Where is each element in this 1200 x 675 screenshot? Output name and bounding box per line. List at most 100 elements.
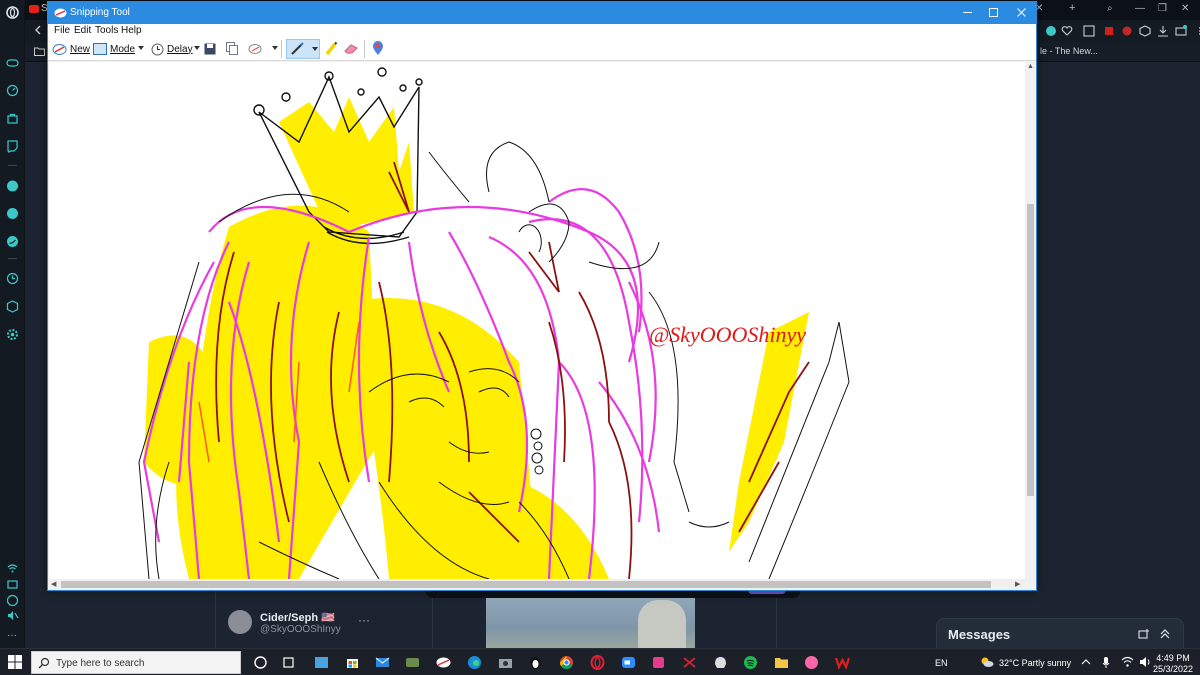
bag-icon[interactable] bbox=[6, 112, 19, 125]
shield-check-icon[interactable] bbox=[1045, 25, 1057, 37]
wallet-icon[interactable] bbox=[1175, 25, 1187, 37]
zoom-icon[interactable] bbox=[621, 655, 636, 670]
skull-app-icon[interactable] bbox=[682, 655, 697, 670]
download-icon[interactable] bbox=[1157, 25, 1169, 37]
microphone-icon[interactable] bbox=[1102, 656, 1110, 669]
back-icon[interactable] bbox=[33, 25, 43, 35]
send-snip-icon[interactable] bbox=[248, 42, 263, 55]
file-explorer-icon[interactable] bbox=[774, 655, 789, 670]
browser-tab-youtube[interactable]: Su bbox=[29, 3, 53, 17]
heart-icon[interactable] bbox=[1061, 25, 1073, 37]
scroll-up-icon[interactable]: ▲ bbox=[1027, 63, 1034, 70]
language-indicator[interactable]: EN bbox=[935, 658, 948, 668]
menu-edit[interactable]: Edit bbox=[74, 25, 91, 36]
helmet-app-icon[interactable] bbox=[713, 655, 728, 670]
microsoft-store-icon[interactable] bbox=[345, 655, 360, 670]
gamepad-icon[interactable] bbox=[6, 56, 19, 69]
more-options-icon[interactable]: ··· bbox=[358, 613, 370, 627]
menu-help[interactable]: Help bbox=[121, 25, 142, 36]
opera-logo-icon[interactable] bbox=[6, 6, 19, 19]
extension-bug-icon[interactable] bbox=[1121, 25, 1133, 37]
photos-app-icon[interactable] bbox=[314, 655, 329, 670]
settings-gear-icon[interactable] bbox=[6, 328, 19, 341]
wifi-tray-icon[interactable] bbox=[1121, 656, 1134, 668]
whatsapp-icon[interactable] bbox=[6, 207, 19, 220]
pen-dropdown-icon[interactable] bbox=[312, 47, 318, 51]
chrome-icon[interactable] bbox=[559, 655, 574, 670]
horizontal-scroll-thumb[interactable] bbox=[61, 581, 991, 588]
horizontal-scrollbar[interactable]: ◀ ▶ bbox=[49, 579, 1025, 590]
tweet-photo[interactable] bbox=[486, 598, 695, 648]
search-tabs-icon[interactable]: ⌕ bbox=[1107, 2, 1113, 18]
delay-button[interactable]: Delay bbox=[151, 40, 193, 58]
avatar[interactable] bbox=[228, 610, 252, 634]
edge-icon[interactable] bbox=[467, 655, 482, 670]
scroll-right-icon[interactable]: ▶ bbox=[1015, 580, 1020, 588]
weather-text[interactable]: 32°C Partly sunny bbox=[999, 658, 1071, 668]
snipping-tool-window[interactable]: Snipping Tool File Edit Tools Help New M… bbox=[47, 1, 1037, 591]
twitch-icon[interactable] bbox=[6, 140, 19, 153]
mode-button[interactable]: Mode bbox=[93, 40, 135, 58]
penguin-app-icon[interactable] bbox=[528, 655, 543, 670]
wps-office-icon[interactable] bbox=[835, 655, 850, 670]
mail-icon[interactable] bbox=[375, 655, 390, 670]
delay-dropdown-icon[interactable] bbox=[194, 46, 200, 50]
close-button[interactable] bbox=[1006, 2, 1036, 24]
paint3d-icon[interactable] bbox=[372, 41, 384, 56]
windows-start-icon[interactable] bbox=[8, 655, 22, 669]
extension-red-icon[interactable] bbox=[1103, 25, 1115, 37]
history-icon[interactable] bbox=[6, 272, 19, 285]
mode-dropdown-icon[interactable] bbox=[138, 46, 144, 50]
expand-chevron-icon[interactable] bbox=[1159, 628, 1171, 640]
extension-cube-icon[interactable] bbox=[1139, 25, 1151, 37]
osu-icon[interactable] bbox=[804, 655, 819, 670]
twitter-icon[interactable] bbox=[6, 235, 19, 248]
wifi-icon[interactable] bbox=[6, 562, 19, 575]
menu-tools[interactable]: Tools bbox=[95, 25, 118, 36]
messages-drawer[interactable]: Messages bbox=[936, 618, 1184, 650]
save-icon[interactable] bbox=[204, 43, 216, 55]
task-view-icon[interactable] bbox=[281, 655, 296, 670]
spotify-icon[interactable] bbox=[743, 655, 758, 670]
speed-dial-icon[interactable] bbox=[6, 84, 19, 97]
user-name[interactable]: Cider/Seph 🇺🇸 bbox=[260, 611, 335, 624]
scroll-left-icon[interactable]: ◀ bbox=[51, 580, 56, 588]
weather-partly-sunny-icon[interactable] bbox=[980, 656, 994, 668]
title-bar[interactable]: Snipping Tool bbox=[48, 2, 1036, 24]
eraser-icon[interactable] bbox=[344, 43, 358, 54]
copy-icon[interactable] bbox=[226, 42, 238, 55]
taskbar-clock[interactable]: 4:49 PM 25/3/2022 bbox=[1150, 653, 1196, 675]
tweet-user-row[interactable]: Cider/Seph 🇺🇸 @SkyOOOShInyy ··· bbox=[228, 608, 378, 638]
game-app-icon[interactable] bbox=[405, 655, 420, 670]
highlighter-icon[interactable] bbox=[324, 41, 338, 56]
battery-icon[interactable] bbox=[6, 578, 19, 591]
bookmark-link[interactable]: le - The New... bbox=[1040, 46, 1098, 56]
pink-app-icon[interactable] bbox=[651, 655, 666, 670]
new-tab-icon[interactable]: + bbox=[1069, 2, 1075, 18]
vertical-scrollbar[interactable]: ▲ bbox=[1025, 62, 1036, 579]
minimize-icon[interactable]: — bbox=[1135, 2, 1145, 18]
pen-button[interactable] bbox=[286, 39, 320, 59]
maximize-button[interactable] bbox=[978, 2, 1008, 24]
tray-chevron-up-icon[interactable] bbox=[1081, 658, 1091, 666]
menu-file[interactable]: File bbox=[54, 25, 70, 36]
cube-icon[interactable] bbox=[6, 300, 19, 313]
sidebar-more-icon[interactable]: ··· bbox=[7, 630, 17, 641]
folder-icon[interactable] bbox=[34, 47, 45, 56]
snapshot-icon[interactable] bbox=[1083, 25, 1095, 37]
taskbar-search-input[interactable]: Type here to search bbox=[31, 651, 241, 674]
sketch-drawing[interactable]: @SkyOOOShinyy bbox=[49, 62, 1025, 579]
cortana-icon[interactable] bbox=[253, 655, 268, 670]
opera-taskbar-icon[interactable] bbox=[590, 655, 605, 670]
vertical-scroll-thumb[interactable] bbox=[1027, 204, 1034, 496]
restore-icon[interactable]: ❐ bbox=[1158, 2, 1167, 18]
close-window-icon[interactable]: ✕ bbox=[1181, 2, 1189, 18]
new-message-icon[interactable] bbox=[1138, 628, 1150, 640]
messenger-icon[interactable] bbox=[6, 180, 19, 193]
camera-icon[interactable] bbox=[498, 655, 513, 670]
new-snip-button[interactable]: New bbox=[52, 40, 90, 58]
vpn-icon[interactable] bbox=[6, 594, 19, 607]
snipping-tool-taskbar-icon[interactable] bbox=[436, 655, 451, 670]
send-dropdown-icon[interactable] bbox=[272, 46, 278, 50]
snip-canvas[interactable]: @SkyOOOShinyy bbox=[49, 62, 1025, 579]
